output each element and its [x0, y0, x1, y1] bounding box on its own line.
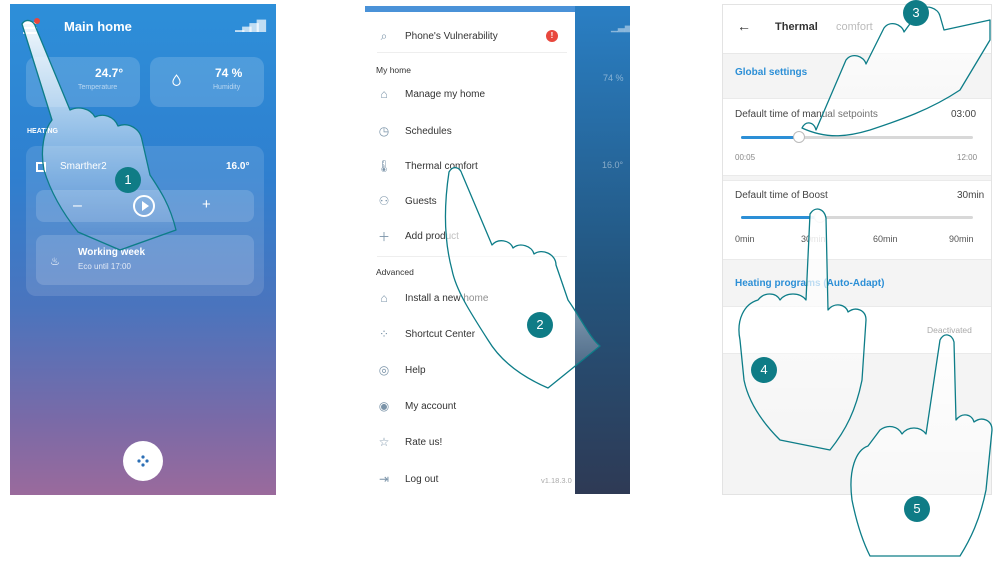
menu-item-log-out[interactable]: ⇥ Log out	[377, 470, 438, 488]
background-humidity: 74 %	[603, 73, 624, 83]
side-drawer	[365, 6, 575, 494]
manual-max-label: 12:00	[957, 153, 978, 162]
menu-icon[interactable]	[23, 22, 37, 34]
back-arrow-icon[interactable]: ←	[737, 18, 751, 34]
temperature-label: Temperature	[78, 84, 118, 91]
divider	[377, 52, 567, 53]
alert-badge: !	[546, 30, 558, 42]
boost-slider-fill	[741, 216, 819, 219]
star-icon: ☆	[378, 435, 390, 449]
step-badge-3: 3	[903, 0, 929, 26]
manual-slider-knob[interactable]	[793, 131, 805, 143]
menu-item-label: Rate us!	[405, 436, 443, 448]
menu-item-label: Install a new home	[405, 292, 489, 304]
page-title: Thermal	[775, 21, 818, 33]
menu-item-label: Thermal comfort	[405, 160, 478, 172]
account-icon: ◉	[378, 399, 390, 413]
app-version: v1.18.3.0	[541, 476, 572, 485]
shortcut-icon: ⁘	[378, 327, 390, 341]
play-icon[interactable]	[133, 195, 155, 217]
humidity-tile[interactable]	[150, 57, 264, 107]
manual-slider-fill	[741, 136, 799, 139]
phone-main-home: Main home ▁▃▅▇ 24.7° Temperature 74 % Hu…	[10, 4, 276, 495]
phone-menu-drawer: 74 % 16.0° ▁▃▅ ⌕ Phone's Vulnerability !…	[365, 6, 630, 494]
menu-item-thermal-comfort[interactable]: 🌡︎ Thermal comfort	[376, 157, 478, 175]
section-heading: HEATING	[27, 128, 58, 135]
menu-item-rate-us[interactable]: ☆ Rate us!	[377, 433, 443, 451]
boost-tick: 90min	[949, 234, 974, 244]
step-badge-4: 4	[751, 357, 777, 383]
clock-icon: ◷	[378, 124, 390, 138]
menu-item-label: Phone's Vulnerability	[405, 30, 498, 42]
plus-button[interactable]: +	[202, 196, 211, 213]
section-advanced: Advanced	[376, 267, 414, 277]
thermostat-icon	[36, 162, 46, 172]
thermometer-icon: 🌡︎	[376, 159, 392, 173]
menu-item-label: My account	[405, 400, 457, 412]
program-status: Eco until 17:00	[78, 262, 131, 271]
step-badge-1: 1	[115, 167, 141, 193]
global-settings-link[interactable]: Global settings	[735, 67, 807, 78]
humidity-label: Humidity	[213, 84, 241, 91]
menu-item-label: Manage my home	[405, 88, 486, 100]
menu-item-help[interactable]: ◎ Help	[377, 361, 426, 379]
page-title-faded: comfort	[836, 21, 873, 33]
drop-icon	[172, 74, 181, 86]
boost-tick: 60min	[873, 234, 898, 244]
menu-item-schedules[interactable]: ◷ Schedules	[377, 122, 452, 140]
flame-icon: ♨	[50, 256, 60, 268]
home-plus-icon: ⌂	[380, 291, 388, 305]
page-title: Main home	[64, 19, 132, 34]
boost-label: Default time of Boost	[735, 190, 828, 201]
manual-min-label: 00:05	[735, 153, 756, 162]
boost-value: 30min	[957, 190, 985, 201]
users-icon: ⚇	[378, 194, 390, 208]
humidity-value: 74 %	[215, 66, 243, 80]
thermostat-name[interactable]: Smarther2	[60, 161, 107, 172]
menu-item-label: Shortcut Center	[405, 328, 476, 340]
menu-item-shortcut-center[interactable]: ⁘ Shortcut Center	[377, 325, 475, 343]
phone-thermal-comfort: ← Thermal comfort Global settings Defaul…	[722, 4, 992, 495]
logout-icon: ⇥	[378, 472, 390, 486]
menu-item-add-product[interactable]: ＋ Add product	[377, 227, 459, 245]
menu-item-guests[interactable]: ⚇ Guests	[377, 192, 437, 210]
plus-icon: ＋	[377, 229, 390, 244]
boost-slider-knob[interactable]	[814, 211, 826, 223]
boost-tick: 30min	[801, 234, 826, 244]
menu-item-manage-home[interactable]: ⌂ Manage my home	[377, 85, 485, 103]
menu-item-label: Guests	[405, 195, 437, 207]
background-signal-icon: ▁▃▅	[611, 22, 630, 32]
menu-item-phones-vulnerability[interactable]: ⌕ Phone's Vulnerability	[377, 27, 498, 45]
home-icon: ⌂	[380, 87, 388, 101]
help-icon: ◎	[378, 363, 390, 377]
menu-item-my-account[interactable]: ◉ My account	[377, 397, 456, 415]
drawer-top-strip	[365, 6, 575, 12]
manual-setpoint-label: Default time of manual setpoints	[735, 109, 878, 120]
menu-item-label: Schedules	[405, 125, 452, 137]
background-temp: 16.0°	[602, 160, 624, 170]
menu-item-install-home[interactable]: ⌂ Install a new home	[377, 289, 488, 307]
signal-icon: ▁▃▅▇	[235, 18, 266, 32]
notification-dot	[34, 18, 40, 24]
menu-item-label: Add product	[405, 230, 459, 242]
program-name: Working week	[78, 247, 146, 258]
divider	[377, 256, 567, 257]
heating-programs-link[interactable]: Heating programs (Auto-Adapt)	[735, 278, 884, 289]
apps-icon	[137, 455, 149, 467]
program-card[interactable]	[36, 235, 254, 285]
thermostat-temp: 16.0°	[226, 161, 250, 172]
phone-search-icon: ⌕	[380, 28, 388, 43]
menu-item-label: Help	[405, 364, 426, 376]
step-badge-2: 2	[527, 312, 553, 338]
step-badge-5: 5	[904, 496, 930, 522]
section-my-home: My home	[376, 65, 411, 75]
menu-item-label: Log out	[405, 473, 439, 485]
auto-adapt-status: Deactivated	[927, 325, 972, 335]
boost-tick: 0min	[735, 234, 755, 244]
manual-setpoint-value: 03:00	[951, 109, 977, 120]
temperature-value: 24.7°	[95, 66, 124, 80]
minus-button[interactable]: –	[73, 197, 82, 215]
temperature-tile[interactable]	[26, 57, 140, 107]
